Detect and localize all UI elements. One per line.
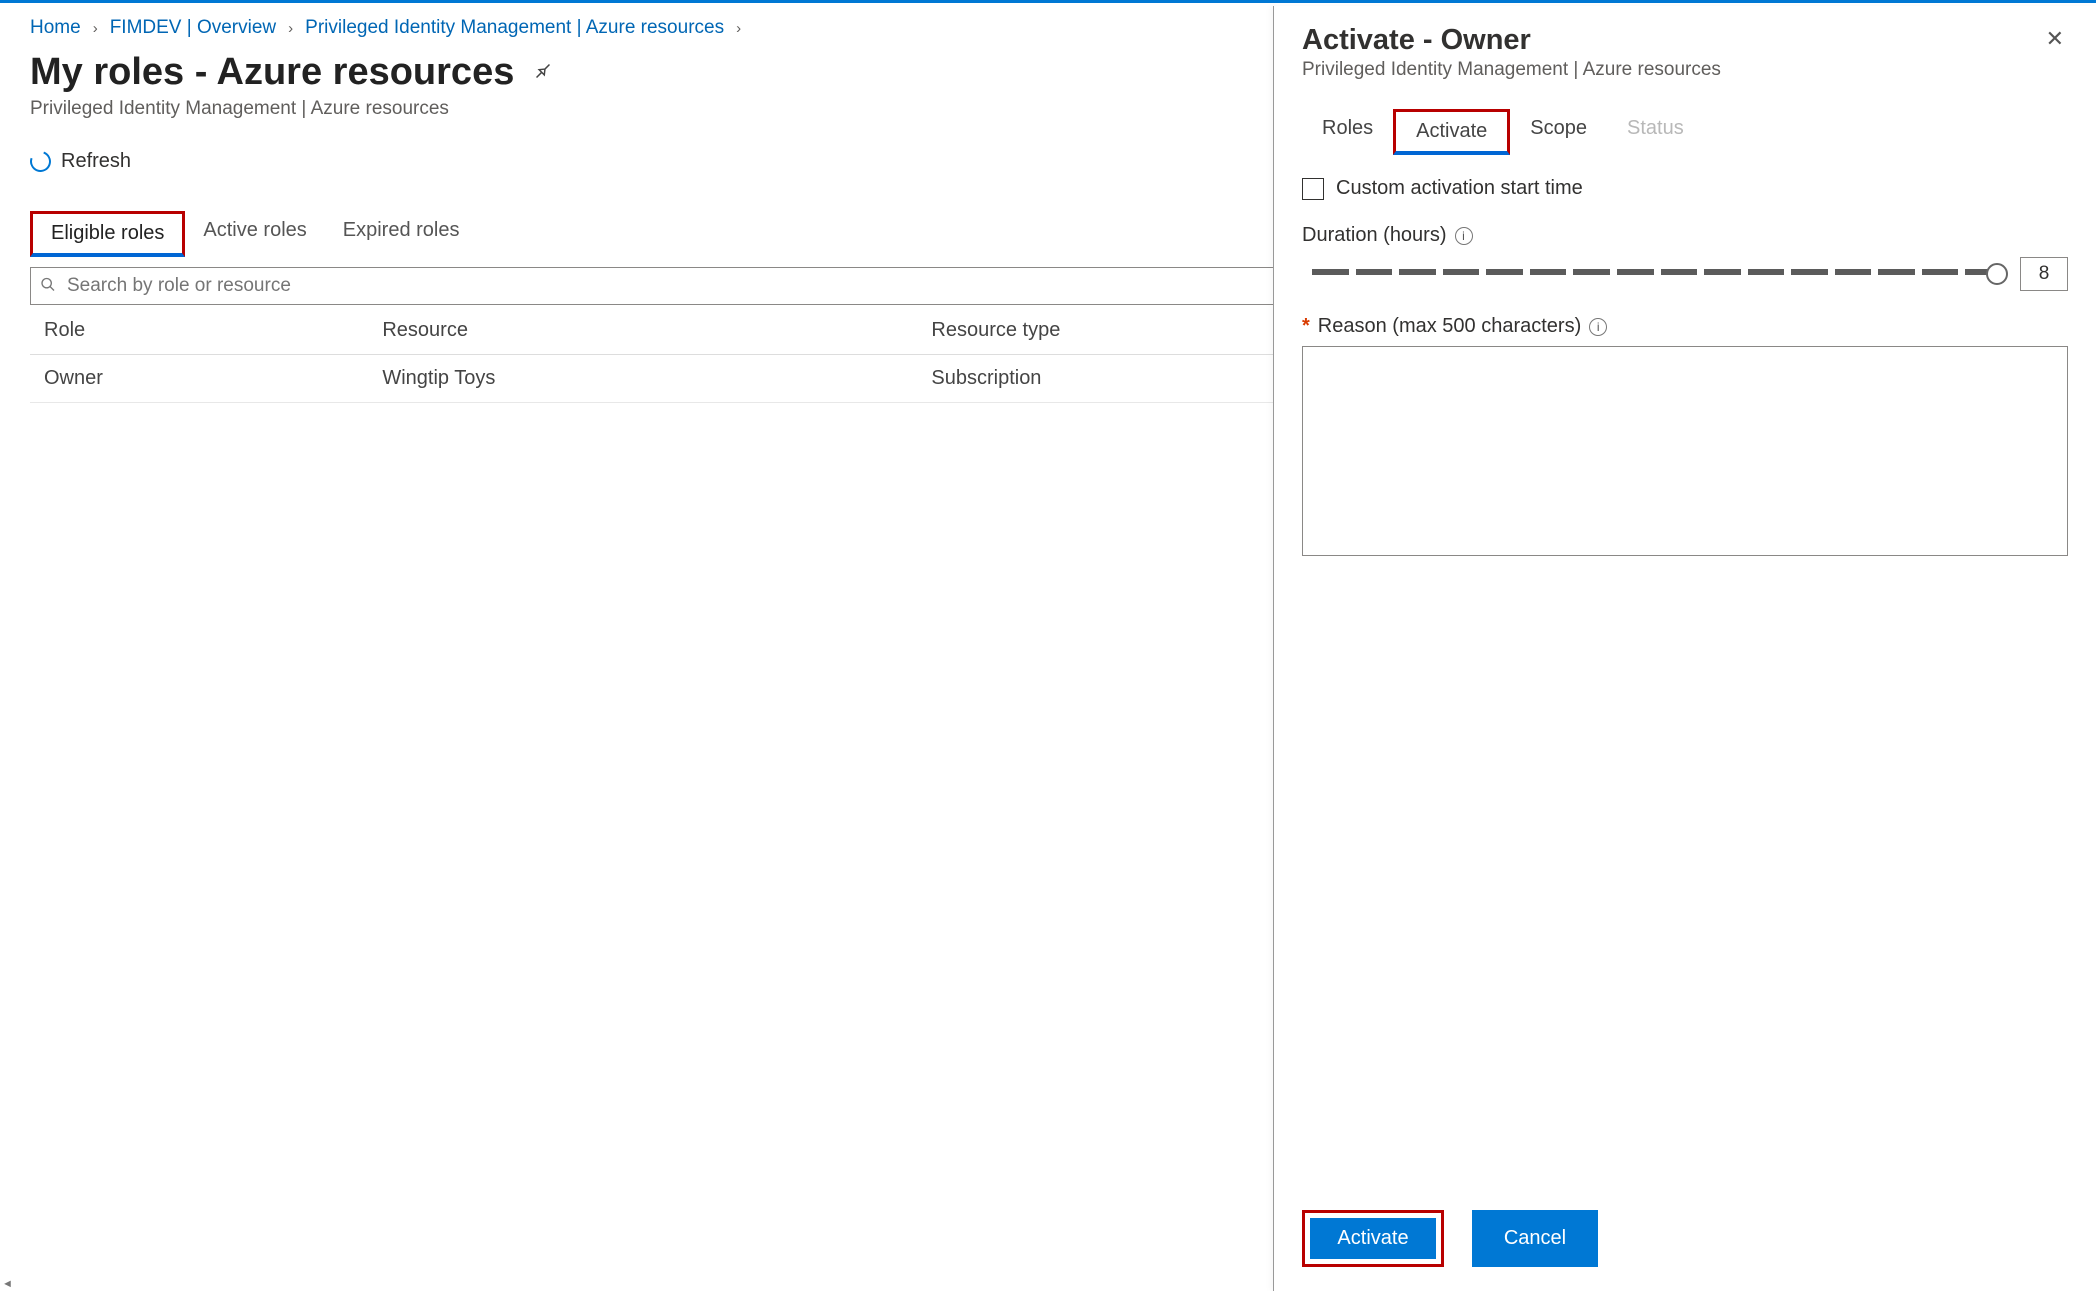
slider-segment (1791, 269, 1828, 275)
activate-button[interactable]: Activate (1310, 1218, 1436, 1259)
cell-resource: Wingtip Toys (368, 355, 917, 403)
slider-segment (1573, 269, 1610, 275)
slider-segment (1486, 269, 1523, 275)
breadcrumb-level2[interactable]: Privileged Identity Management | Azure r… (305, 17, 724, 39)
refresh-icon (27, 148, 55, 176)
activate-panel: Activate - Owner Privileged Identity Man… (1273, 6, 2096, 1291)
tab-scope[interactable]: Scope (1510, 109, 1607, 155)
required-star: * (1302, 315, 1310, 338)
panel-title: Activate - Owner (1302, 24, 1721, 57)
info-icon[interactable]: i (1455, 227, 1473, 245)
reason-textarea[interactable] (1302, 346, 2068, 556)
slider-segment (1661, 269, 1698, 275)
duration-label: Duration (hours) (1302, 224, 1447, 247)
panel-subtitle: Privileged Identity Management | Azure r… (1302, 59, 1721, 81)
breadcrumb-sep: › (91, 20, 100, 37)
col-role[interactable]: Role (30, 307, 368, 355)
slider-segment (1399, 269, 1436, 275)
reason-label: Reason (max 500 characters) (1318, 315, 1581, 338)
breadcrumb-sep: › (734, 20, 743, 37)
duration-field: Duration (hours) i 8 (1302, 224, 2068, 291)
tab-expired-roles[interactable]: Expired roles (325, 211, 478, 257)
breadcrumb-level1[interactable]: FIMDEV | Overview (110, 17, 276, 39)
slider-segment (1617, 269, 1654, 275)
custom-start-label: Custom activation start time (1336, 177, 1583, 200)
duration-slider-row: 8 (1302, 257, 2068, 291)
slider-segment (1356, 269, 1393, 275)
info-icon[interactable]: i (1589, 318, 1607, 336)
slider-segment (1312, 269, 1349, 275)
scroll-left-caret[interactable]: ◄ (2, 1278, 13, 1290)
close-icon[interactable]: ✕ (2042, 24, 2068, 54)
tab-activate[interactable]: Activate (1393, 109, 1510, 155)
slider-segment (1835, 269, 1872, 275)
pin-icon[interactable] (532, 60, 554, 85)
tab-roles[interactable]: Roles (1302, 109, 1393, 155)
slider-segment (1748, 269, 1785, 275)
cancel-button[interactable]: Cancel (1472, 1210, 1598, 1267)
breadcrumb-home[interactable]: Home (30, 17, 81, 39)
slider-thumb-icon[interactable] (1986, 263, 2008, 285)
slider-segment (1704, 269, 1741, 275)
cell-role: Owner (30, 355, 368, 403)
panel-header: Activate - Owner Privileged Identity Man… (1302, 24, 2068, 81)
duration-value[interactable]: 8 (2020, 257, 2068, 291)
col-resource[interactable]: Resource (368, 307, 917, 355)
panel-tabs: Roles Activate Scope Status (1302, 109, 2068, 155)
slider-segment (1922, 269, 1959, 275)
search-icon (40, 277, 56, 296)
duration-slider[interactable] (1312, 269, 2002, 279)
reason-field: * Reason (max 500 characters) i (1302, 315, 2068, 559)
tab-eligible-roles[interactable]: Eligible roles (30, 211, 185, 257)
page-title: My roles - Azure resources (30, 51, 514, 94)
refresh-label: Refresh (61, 150, 131, 173)
panel-footer: Activate Cancel (1302, 1194, 2068, 1267)
tab-active-roles[interactable]: Active roles (185, 211, 324, 257)
slider-segment (1878, 269, 1915, 275)
activate-highlight: Activate (1302, 1210, 1444, 1267)
custom-start-checkbox[interactable] (1302, 178, 1324, 200)
slider-segment (1443, 269, 1480, 275)
slider-segment (1530, 269, 1567, 275)
custom-start-row: Custom activation start time (1302, 177, 2068, 200)
tab-status: Status (1607, 109, 1704, 155)
breadcrumb-sep: › (286, 20, 295, 37)
panel-body: Custom activation start time Duration (h… (1302, 177, 2068, 559)
